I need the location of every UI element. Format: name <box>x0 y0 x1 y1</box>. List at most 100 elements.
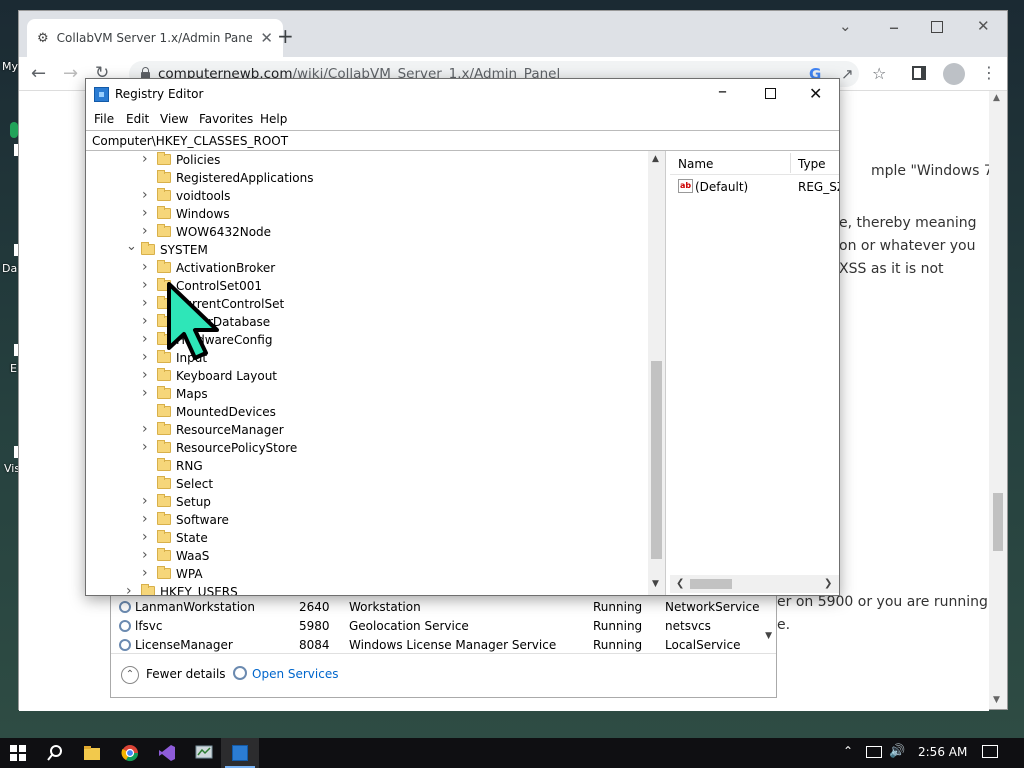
tree-item[interactable]: › Software <box>86 511 646 529</box>
tree-item[interactable]: RNG <box>86 457 646 475</box>
chevron-right-icon[interactable]: › <box>142 565 148 581</box>
menu-edit[interactable]: Edit <box>126 112 149 126</box>
chevron-right-icon[interactable]: › <box>142 187 148 203</box>
forward-icon[interactable]: → <box>63 63 78 84</box>
volume-icon[interactable]: 🔊 <box>889 744 905 759</box>
new-tab-button[interactable]: + <box>277 24 294 48</box>
notifications-icon[interactable] <box>982 745 998 758</box>
chevron-right-icon[interactable]: › <box>142 367 148 383</box>
chevron-right-icon[interactable]: › <box>142 385 148 401</box>
tree-item[interactable]: › Keyboard Layout <box>86 367 646 385</box>
chevron-right-icon[interactable]: › <box>142 295 148 311</box>
scroll-up-icon[interactable]: ▲ <box>993 93 1000 103</box>
chevron-right-icon[interactable]: › <box>142 349 148 365</box>
chevron-right-icon[interactable]: › <box>142 277 148 293</box>
menu-view[interactable]: View <box>160 112 188 126</box>
network-icon[interactable] <box>866 746 882 758</box>
tree-item[interactable]: › WOW6432Node <box>86 223 646 241</box>
menu-file[interactable]: File <box>94 112 114 126</box>
open-services-link[interactable]: Open Services <box>252 667 338 681</box>
chevron-up-icon[interactable]: ⌃ <box>843 744 853 758</box>
close-icon[interactable]: ✕ <box>809 84 822 103</box>
tree-item[interactable]: MountedDevices <box>86 403 646 421</box>
chevron-right-icon[interactable]: › <box>142 439 148 455</box>
table-row[interactable]: LanmanWorkstation 2640 Workstation Runni… <box>111 598 761 617</box>
chevron-right-icon[interactable]: › <box>126 583 132 595</box>
tree-scrollbar[interactable]: ▲ ▼ <box>648 151 665 595</box>
tree-item[interactable]: › voidtools <box>86 187 646 205</box>
scroll-up-icon[interactable]: ▲ <box>652 154 659 164</box>
chevron-right-icon[interactable]: › <box>142 313 148 329</box>
profile-avatar[interactable] <box>943 63 965 85</box>
scroll-thumb[interactable] <box>993 493 1003 551</box>
tree-item[interactable]: › ResourceManager <box>86 421 646 439</box>
visual-studio-icon[interactable] <box>158 744 176 762</box>
chevron-down-icon[interactable]: ⌄ <box>126 239 137 254</box>
tree-item[interactable]: › Policies <box>86 151 646 169</box>
share-icon[interactable]: ↗ <box>841 65 854 83</box>
back-icon[interactable]: ← <box>31 63 46 84</box>
close-window-icon[interactable]: ✕ <box>977 17 990 35</box>
column-header-name[interactable]: Name <box>678 157 713 171</box>
file-explorer-icon[interactable] <box>83 744 101 762</box>
side-panel-icon[interactable] <box>912 66 926 80</box>
chevron-right-icon[interactable]: › <box>142 331 148 347</box>
menu-help[interactable]: Help <box>260 112 287 126</box>
start-windows-icon[interactable] <box>9 744 27 762</box>
tree-item[interactable]: › WaaS <box>86 547 646 565</box>
menu-favorites[interactable]: Favorites <box>199 112 253 126</box>
tree-item[interactable]: › Setup <box>86 493 646 511</box>
tab-search-icon[interactable]: ⌄ <box>839 17 852 35</box>
tree-item[interactable]: ⌄ SYSTEM <box>86 239 646 259</box>
chevron-right-icon[interactable]: › <box>142 223 148 239</box>
values-hscrollbar[interactable]: ❮ ❯ <box>670 575 839 593</box>
page-scrollbar[interactable]: ▲ ▼ <box>989 91 1007 709</box>
scroll-down-icon[interactable]: ▼ <box>765 631 772 641</box>
close-tab-icon[interactable]: ✕ <box>260 29 273 47</box>
clock[interactable]: 2:56 AM <box>918 745 967 759</box>
title-bar[interactable]: Registry Editor – ✕ <box>86 79 839 109</box>
bookmark-star-icon[interactable]: ☆ <box>872 64 886 83</box>
chevron-right-icon[interactable]: › <box>142 529 148 545</box>
chevron-right-icon[interactable]: › <box>142 421 148 437</box>
tree-item[interactable]: › State <box>86 529 646 547</box>
tree-item[interactable]: › ResourcePolicyStore <box>86 439 646 457</box>
tree-item[interactable]: › Maps <box>86 385 646 403</box>
chevron-right-icon[interactable]: › <box>142 511 148 527</box>
maximize-icon[interactable] <box>931 21 943 33</box>
chevron-right-icon[interactable]: › <box>142 151 148 167</box>
fewer-details-button[interactable]: Fewer details <box>146 667 226 681</box>
address-field[interactable]: Computer\HKEY_CLASSES_ROOT <box>86 130 839 151</box>
search-icon[interactable] <box>46 744 64 762</box>
tree-item[interactable]: RegisteredApplications <box>86 169 646 187</box>
minimize-icon[interactable]: – <box>889 15 899 39</box>
chevron-right-icon[interactable]: › <box>142 205 148 221</box>
chevron-right-icon[interactable]: › <box>142 493 148 509</box>
scroll-left-icon[interactable]: ❮ <box>676 578 684 589</box>
task-manager-icon[interactable] <box>195 744 213 762</box>
table-row[interactable]: LicenseManager 8084 Windows License Mana… <box>111 636 761 652</box>
value-row[interactable]: ab (Default) REG_SZ <box>670 178 839 196</box>
tree-item[interactable]: Select <box>86 475 646 493</box>
desktop-icon-label[interactable]: E <box>10 362 17 375</box>
chevron-right-icon[interactable]: › <box>142 547 148 563</box>
desktop-icon-label[interactable]: Da <box>2 262 17 275</box>
tree-item[interactable]: › HKEY_USERS <box>86 583 646 595</box>
scroll-down-icon[interactable]: ▼ <box>652 579 659 589</box>
chevron-up-icon[interactable]: ⌃ <box>121 666 139 684</box>
column-header-type[interactable]: Type <box>798 157 826 171</box>
desktop-icon-label[interactable]: My <box>2 60 18 73</box>
chrome-icon[interactable] <box>121 744 139 762</box>
scroll-right-icon[interactable]: ❯ <box>824 578 832 589</box>
table-row[interactable]: lfsvc 5980 Geolocation Service Running n… <box>111 617 761 636</box>
column-separator[interactable] <box>790 153 791 173</box>
menu-kebab-icon[interactable]: ⋮ <box>981 63 997 82</box>
tree-item[interactable]: › Windows <box>86 205 646 223</box>
tree-item[interactable]: › WPA <box>86 565 646 583</box>
browser-tab[interactable]: ⚙ CollabVM Server 1.x/Admin Panel ✕ <box>27 19 283 57</box>
scroll-thumb[interactable] <box>690 579 732 589</box>
minimize-icon[interactable]: – <box>718 81 727 102</box>
maximize-icon[interactable] <box>765 88 776 99</box>
registry-editor-taskbar-button[interactable] <box>221 738 259 768</box>
scroll-down-icon[interactable]: ▼ <box>993 695 1000 705</box>
